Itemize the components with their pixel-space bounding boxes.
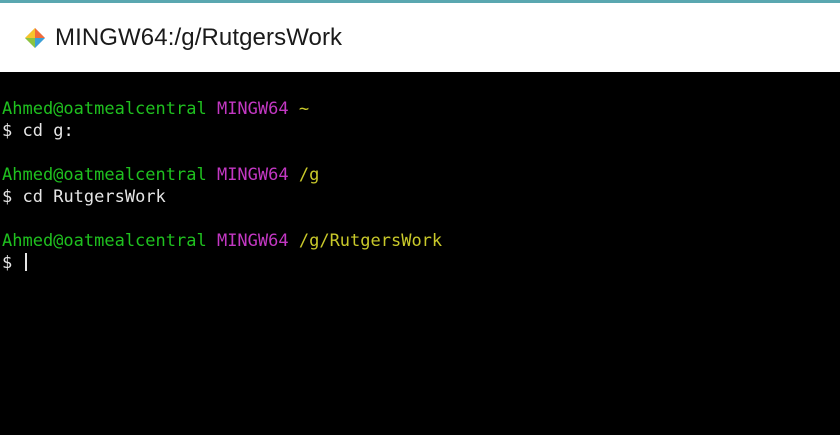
prompt-line: Ahmed@oatmealcentral MINGW64 /g/RutgersW… [2,230,840,252]
shell-name: MINGW64 [216,165,289,185]
terminal-window: MINGW64:/g/RutgersWork Ahmed@oatmealcent… [0,0,840,435]
window-title: MINGW64:/g/RutgersWork [55,23,343,51]
shell-name: MINGW64 [216,231,289,251]
title-bar[interactable]: MINGW64:/g/RutgersWork [0,3,840,72]
current-path: ~ [298,99,310,119]
user-host: Ahmed@oatmealcentral [2,99,207,119]
command-line[interactable]: $ [2,252,840,274]
prompt-line: Ahmed@oatmealcentral MINGW64 ~ [2,98,840,120]
prompt-symbol: $ [2,253,13,273]
git-diamond-icon [24,27,46,49]
prompt-symbol: $ [2,121,13,141]
user-host: Ahmed@oatmealcentral [2,165,207,185]
terminal-output[interactable]: Ahmed@oatmealcentral MINGW64 ~ $ cd g: A… [0,72,840,435]
shell-name: MINGW64 [216,99,289,119]
command-text: cd g: [22,121,74,141]
user-host: Ahmed@oatmealcentral [2,231,207,251]
current-path: /g/RutgersWork [298,231,443,251]
command-text: cd RutgersWork [22,187,166,207]
text-cursor [24,253,27,271]
command-line: $ cd g: [2,120,840,142]
current-path: /g [298,165,320,185]
prompt-line: Ahmed@oatmealcentral MINGW64 /g [2,164,840,186]
command-line: $ cd RutgersWork [2,186,840,208]
prompt-symbol: $ [2,187,13,207]
